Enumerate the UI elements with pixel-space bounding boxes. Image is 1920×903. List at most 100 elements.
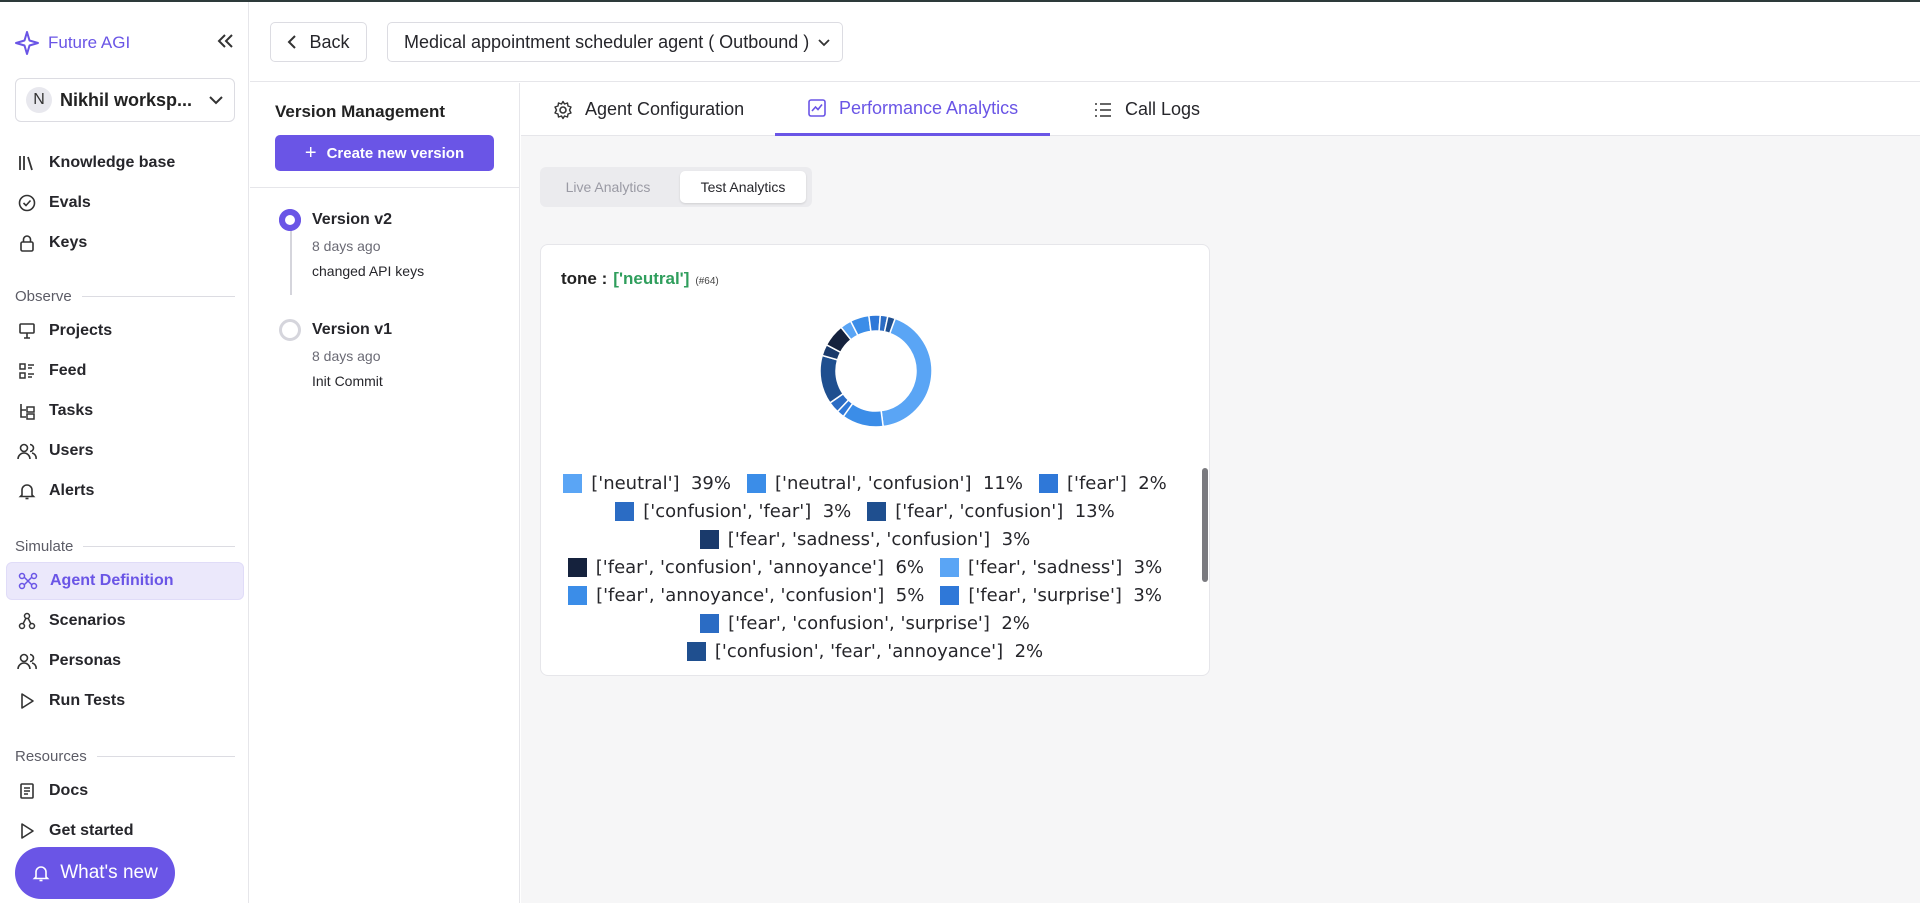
bell-icon: [32, 866, 50, 882]
tab-performance-analytics[interactable]: Performance Analytics: [775, 83, 1051, 136]
legend-scrollbar[interactable]: [1202, 468, 1208, 582]
legend-swatch: [747, 473, 766, 493]
agent-icon: [18, 571, 38, 591]
sidebar-item-feed[interactable]: Feed: [6, 352, 244, 390]
legend-swatch: [567, 557, 587, 577]
legend-entry[interactable]: ['neutral'] 39%: [563, 473, 731, 494]
sidebar-item-alerts[interactable]: Alerts: [6, 472, 244, 510]
legend-label: ['fear'] 2%: [1066, 472, 1167, 494]
legend-label: ['neutral', 'confusion'] 11%: [775, 472, 1023, 494]
legend-label: ['confusion', 'fear', 'annoyance'] 2%: [714, 640, 1044, 662]
legend-label: ['fear', 'sadness'] 3%: [968, 556, 1163, 578]
gear-icon: [554, 100, 572, 119]
legend-entry[interactable]: ['fear', 'confusion', 'surprise'] 2%: [700, 613, 1030, 634]
check-circle-icon: [17, 193, 37, 213]
sidebar-item-users[interactable]: Users: [6, 432, 244, 470]
library-icon: [17, 153, 37, 173]
tab-bar: Agent Configuration Performance Analytic…: [521, 83, 1920, 136]
sidebar-item-run-tests[interactable]: Run Tests: [6, 682, 244, 720]
back-button[interactable]: Back: [270, 22, 367, 62]
legend-entry[interactable]: ['fear', 'annoyance', 'confusion'] 5%: [568, 585, 924, 606]
legend-row: ['fear', 'confusion', 'surprise'] 2%: [561, 609, 1169, 637]
legend-label: ['confusion', 'fear'] 3%: [643, 500, 852, 522]
sidebar-item-personas[interactable]: Personas: [6, 642, 244, 680]
legend-row: ['neutral'] 39% ['neutral', 'confusion'] …: [561, 469, 1169, 497]
legend-entry[interactable]: ['fear', 'sadness', 'confusion'] 3%: [699, 529, 1030, 550]
version-v2-radio[interactable]: [279, 209, 301, 231]
legend-label: ['fear', 'confusion', 'annoyance'] 6%: [595, 556, 925, 578]
version-management-title: Version Management: [275, 102, 446, 121]
legend-label: ['fear', 'surprise'] 3%: [968, 584, 1162, 606]
legend-entry[interactable]: ['fear', 'confusion', 'annoyance'] 6%: [567, 556, 925, 578]
tab-call-logs[interactable]: Call Logs: [1061, 83, 1232, 136]
workspace-avatar: N: [26, 87, 52, 113]
legend-swatch: [686, 641, 706, 661]
section-label: Observe: [15, 288, 72, 305]
sidebar-item-label: Get started: [49, 822, 134, 839]
section-resources: Resources: [15, 748, 235, 765]
legend-entry[interactable]: ['fear'] 2%: [1038, 472, 1167, 494]
play-icon: [17, 821, 37, 841]
legend-label: ['fear', 'annoyance', 'confusion'] 5%: [596, 584, 925, 606]
section-simulate: Simulate: [15, 538, 235, 555]
sidebar-item-knowledge-base[interactable]: Knowledge base: [6, 144, 244, 182]
sidebar-item-label: Tasks: [49, 402, 94, 419]
feed-icon: [17, 361, 37, 381]
sidebar-item-label: Run Tests: [49, 692, 126, 709]
sidebar-item-evals[interactable]: Evals: [6, 184, 244, 222]
chevron-down-icon: [209, 96, 223, 105]
legend-swatch: [867, 501, 887, 521]
sidebar-item-label: Agent Definition: [50, 572, 174, 589]
live-analytics-toggle[interactable]: Live Analytics: [544, 171, 672, 203]
version-v1-name[interactable]: Version v1: [312, 321, 392, 339]
divider: [250, 187, 520, 188]
tab-label: Agent Configuration: [585, 99, 745, 119]
section-label: Resources: [15, 748, 87, 765]
back-label: Back: [309, 31, 350, 52]
legend-entry[interactable]: ['confusion', 'fear', 'annoyance'] 2%: [686, 640, 1044, 662]
tab-agent-configuration[interactable]: Agent Configuration: [521, 83, 776, 136]
legend-row: ['fear', 'confusion', 'annoyance'] 6% ['f…: [561, 553, 1169, 581]
sidebar-item-label: Keys: [49, 234, 88, 251]
create-version-label: Create new version: [326, 144, 465, 162]
donut-slice[interactable]: [819, 354, 845, 404]
users-icon: [17, 441, 37, 461]
chart-legend: ['neutral'] 39% ['neutral', 'confusion'] …: [561, 469, 1169, 669]
sidebar-item-tasks[interactable]: Tasks: [6, 392, 244, 430]
main-content: Agent Configuration Performance Analytic…: [521, 83, 1920, 903]
version-panel: Version Management + Create new version …: [250, 83, 520, 903]
version-v1-radio[interactable]: [279, 319, 301, 341]
agent-name: Medical appointment scheduler agent ( Ou…: [404, 31, 810, 52]
legend-entry[interactable]: ['fear', 'surprise'] 3%: [940, 585, 1162, 606]
version-v2-name[interactable]: Version v2: [312, 211, 392, 229]
test-analytics-toggle[interactable]: Test Analytics: [680, 171, 806, 203]
sidebar-item-projects[interactable]: Projects: [6, 312, 244, 350]
play-icon: [17, 691, 37, 711]
presentation-icon: [17, 321, 37, 341]
sidebar-item-docs[interactable]: Docs: [6, 772, 244, 810]
legend-entry[interactable]: ['neutral', 'confusion'] 11%: [747, 473, 1023, 494]
tone-chart-card: tone : ['neutral'] (#64) ['neutral'] 39%…: [540, 244, 1210, 676]
sidebar-item-keys[interactable]: Keys: [6, 224, 244, 262]
legend-row: ['fear', 'sadness', 'confusion'] 3%: [561, 525, 1169, 553]
workspace-selector[interactable]: N Nikhil worksp...: [15, 78, 235, 122]
collapse-sidebar-button[interactable]: [214, 30, 236, 52]
legend-entry[interactable]: ['fear', 'sadness'] 3%: [940, 557, 1162, 578]
legend-entry[interactable]: ['confusion', 'fear'] 3%: [615, 501, 851, 522]
create-version-button[interactable]: + Create new version: [275, 135, 494, 171]
sidebar-item-label: Alerts: [49, 482, 95, 499]
section-observe: Observe: [15, 288, 235, 305]
sidebar-item-agent-definition[interactable]: Agent Definition: [6, 562, 244, 600]
whats-new-button[interactable]: What's new: [15, 847, 175, 899]
personas-icon: [17, 651, 37, 671]
sidebar-item-scenarios[interactable]: Scenarios: [6, 602, 244, 640]
agent-selector[interactable]: Medical appointment scheduler agent ( Ou…: [387, 22, 843, 62]
sidebar-item-get-started[interactable]: Get started: [6, 812, 244, 850]
version-v1-date: 8 days ago: [312, 348, 381, 364]
legend-row: ['confusion', 'fear'] 3% ['fear', 'confus…: [561, 497, 1169, 525]
tasks-icon: [17, 401, 37, 421]
donut-slice[interactable]: [880, 317, 933, 428]
bell-icon: [17, 481, 37, 501]
legend-entry[interactable]: ['fear', 'confusion'] 13%: [867, 501, 1115, 522]
brand-logo[interactable]: Future AGI: [14, 30, 130, 56]
